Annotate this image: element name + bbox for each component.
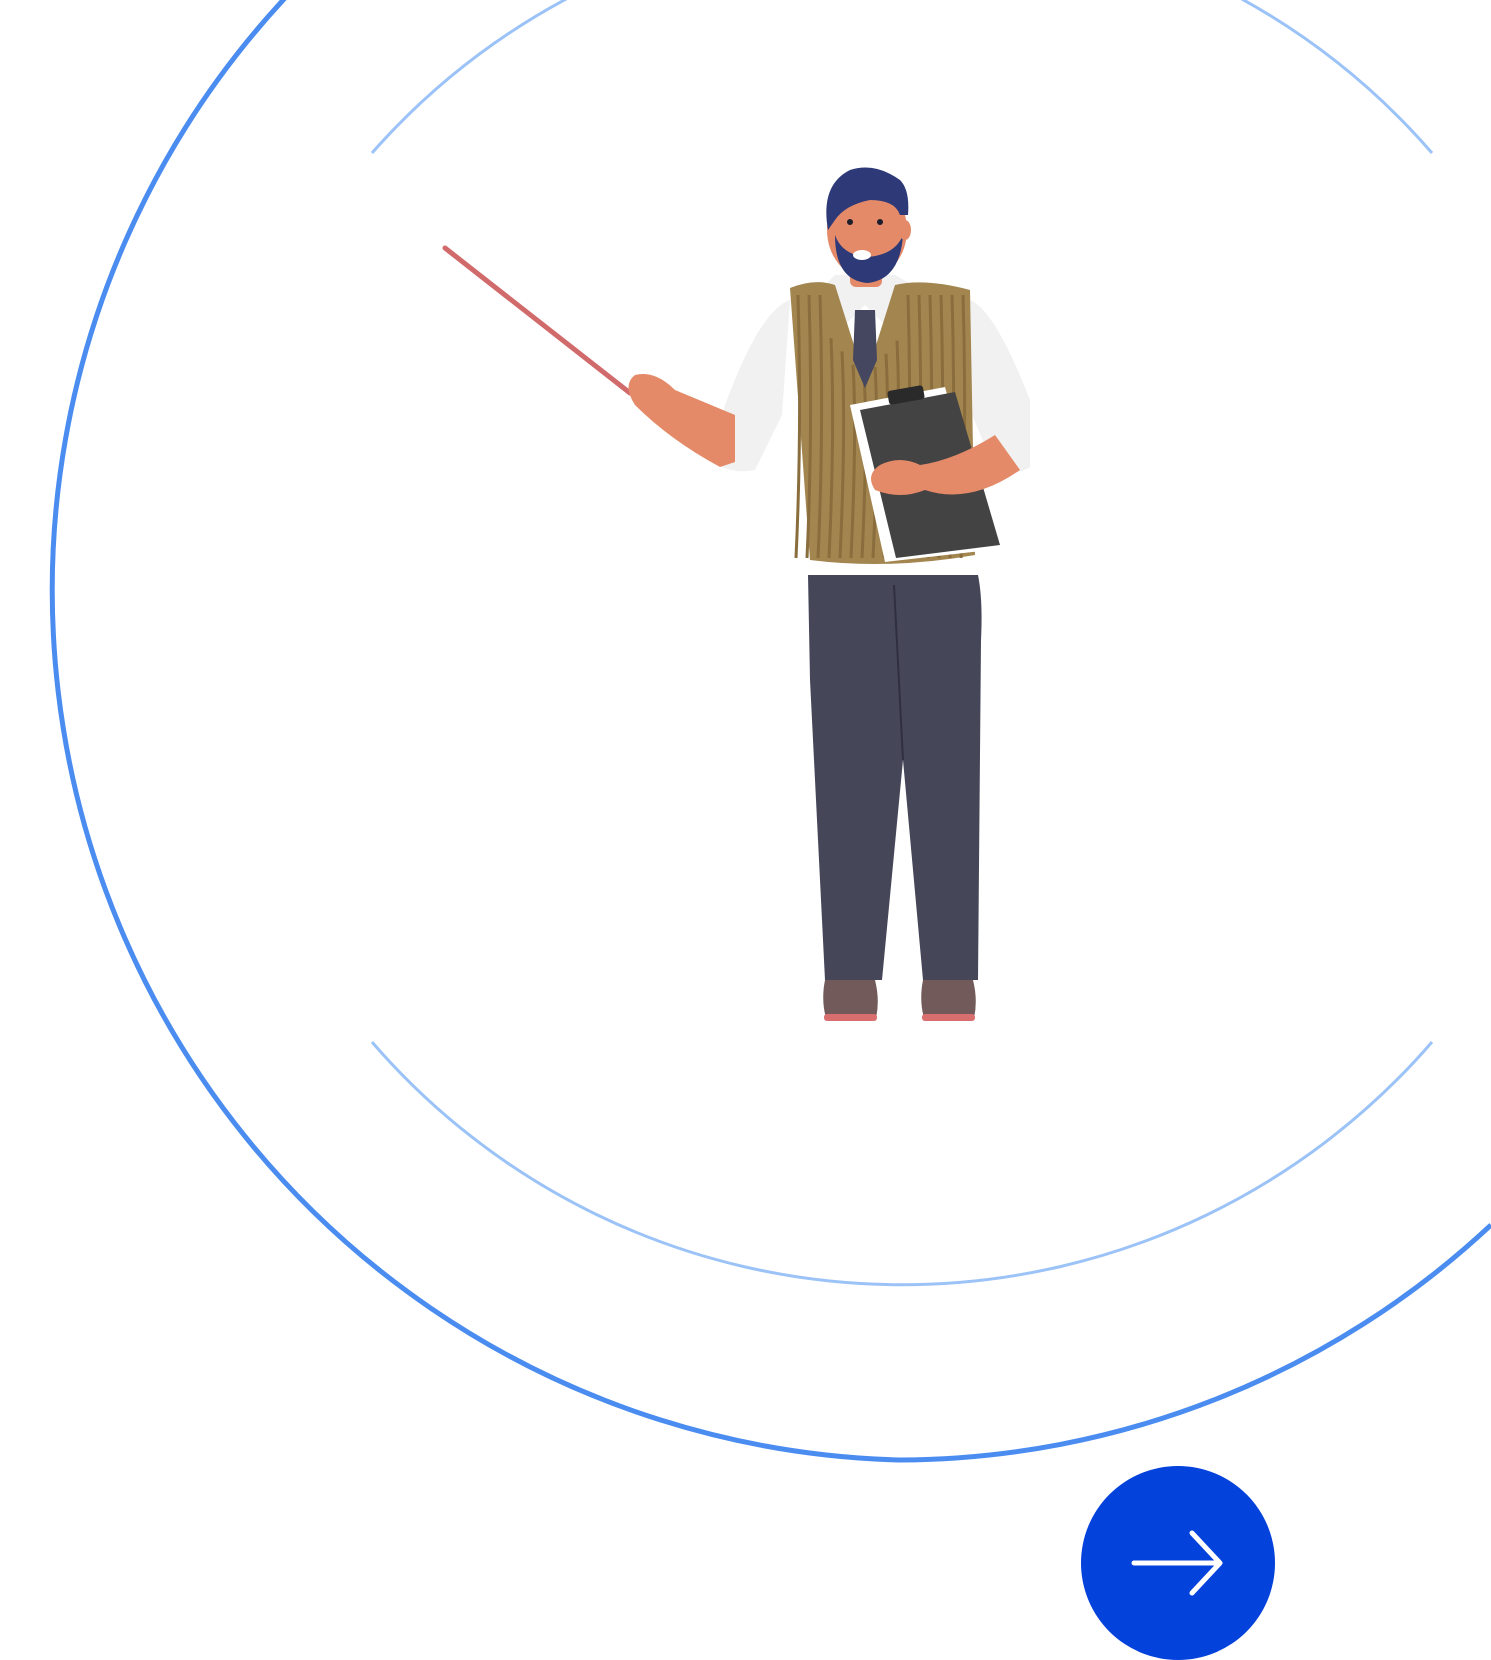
left-eye — [847, 219, 853, 225]
mouth — [853, 250, 871, 260]
pointer-stick — [442, 245, 633, 396]
pointing-arm — [628, 374, 735, 467]
inner-ring-top — [370, 0, 568, 154]
left-shoe-sole — [824, 1014, 877, 1021]
next-button[interactable] — [1081, 1466, 1275, 1660]
trousers — [808, 575, 982, 980]
left-shoe — [823, 980, 878, 1018]
inner-ring-top-right — [1240, 0, 1434, 154]
arrow-right-icon — [1131, 1530, 1223, 1596]
teacher-illustration — [442, 167, 1030, 1021]
inner-ring-bottom — [370, 1041, 1434, 1287]
ear — [899, 220, 911, 240]
hero-section — [0, 0, 1491, 1660]
right-eye — [877, 219, 883, 225]
right-shoe — [921, 980, 976, 1018]
right-shoe-sole — [922, 1014, 975, 1021]
